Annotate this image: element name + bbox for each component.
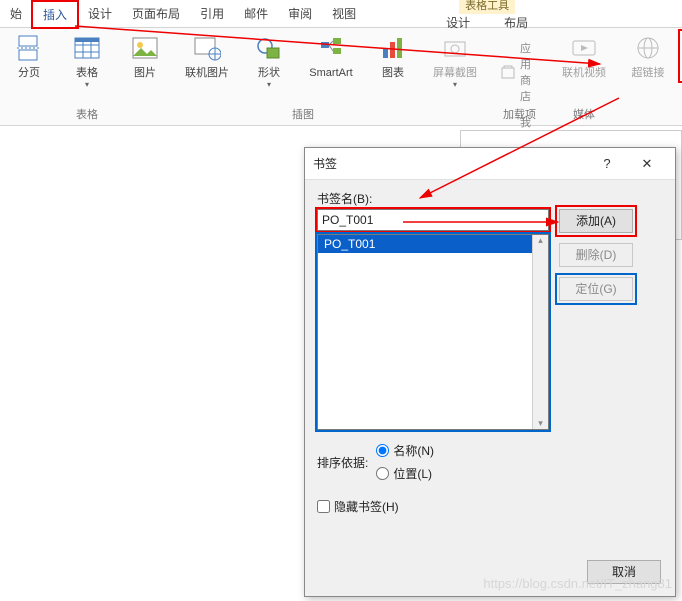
chart-icon — [377, 32, 409, 64]
smartart-icon — [315, 32, 347, 64]
bookmark-dialog: 书签 ? ✕ 书签名(B): PO_T001 ▴▾ 添加(A) 删除(D) 定位… — [304, 147, 676, 597]
list-item[interactable]: PO_T001 — [318, 235, 548, 253]
store-button[interactable]: 应用商店 — [496, 38, 543, 106]
online-picture-icon — [191, 32, 223, 64]
dialog-title: 书签 — [313, 155, 587, 172]
shapes-icon — [253, 32, 285, 64]
picture-button[interactable]: 图片 — [122, 32, 168, 80]
shapes-button[interactable]: 形状 ▾ — [246, 32, 292, 89]
dialog-help-button[interactable]: ? — [587, 150, 627, 178]
bookmark-name-label: 书签名(B): — [317, 190, 663, 207]
tool-tab-label: 表格工具 — [459, 0, 515, 14]
chart-label: 图表 — [382, 67, 404, 80]
sort-name-radio[interactable]: 名称(N) — [376, 442, 434, 459]
online-video-button[interactable]: 联机视频 — [555, 32, 613, 80]
online-video-label: 联机视频 — [562, 67, 606, 80]
sort-name-label: 名称(N) — [393, 442, 434, 459]
table-label: 表格 — [76, 67, 98, 80]
dropdown-icon: ▾ — [267, 80, 271, 89]
sort-label: 排序依据: — [317, 454, 368, 471]
group-media-label: 媒体 — [573, 106, 595, 122]
store-label: 应用商店 — [520, 40, 539, 104]
add-button[interactable]: 添加(A) — [559, 209, 633, 233]
group-addins-label: 加载项 — [503, 106, 536, 122]
group-illustrations-label: 插图 — [292, 106, 314, 122]
group-addins: 应用商店 我的应用 ▾ 加载项 — [490, 28, 549, 125]
online-picture-label: 联机图片 — [185, 67, 229, 80]
cancel-button[interactable]: 取消 — [587, 560, 661, 584]
dropdown-icon: ▾ — [85, 80, 89, 89]
tab-review[interactable]: 审阅 — [278, 0, 322, 27]
sort-position-label: 位置(L) — [393, 465, 432, 482]
group-media: 联机视频 媒体 — [549, 28, 619, 125]
tab-page-layout[interactable]: 页面布局 — [122, 0, 190, 27]
hidden-bookmarks-checkbox[interactable] — [317, 500, 330, 513]
group-table: 表格 ▾ 表格 — [58, 28, 116, 125]
online-picture-button[interactable]: 联机图片 — [178, 32, 236, 80]
tab-view[interactable]: 视图 — [322, 0, 366, 27]
smartart-button[interactable]: SmartArt — [302, 32, 360, 80]
dialog-close-button[interactable]: ✕ — [627, 150, 667, 178]
screenshot-icon — [439, 32, 471, 64]
contextual-tabs: 表格工具 设计 布局 — [436, 0, 538, 31]
tab-references[interactable]: 引用 — [190, 0, 234, 27]
tab-design[interactable]: 设计 — [78, 0, 122, 27]
scrollbar[interactable]: ▴▾ — [532, 235, 548, 429]
picture-label: 图片 — [134, 67, 156, 80]
store-icon — [500, 64, 516, 80]
chart-button[interactable]: 图表 — [370, 32, 416, 80]
tab-start[interactable]: 始 — [0, 0, 32, 27]
dropdown-icon: ▾ — [453, 80, 457, 89]
sort-position-radio[interactable]: 位置(L) — [376, 465, 434, 482]
shapes-label: 形状 — [258, 67, 280, 80]
group-table-label: 表格 — [76, 106, 98, 122]
screenshot-button[interactable]: 屏幕截图 ▾ — [426, 32, 484, 89]
tab-insert[interactable]: 插入 — [32, 1, 78, 28]
hidden-bookmarks-label: 隐藏书签(H) — [334, 498, 399, 515]
goto-button[interactable]: 定位(G) — [559, 277, 633, 301]
ribbon-content: 分页 表格 ▾ 表格 图片 联机图片 形状 — [0, 28, 682, 126]
ribbon-tabs: 始 插入 设计 页面布局 引用 邮件 审阅 视图 表格工具 设计 布局 — [0, 0, 682, 28]
tab-mail[interactable]: 邮件 — [234, 0, 278, 27]
delete-button[interactable]: 删除(D) — [559, 243, 633, 267]
video-icon — [568, 32, 600, 64]
picture-icon — [129, 32, 161, 64]
smartart-label: SmartArt — [309, 67, 352, 80]
hyperlink-button[interactable]: 超链接 — [625, 32, 671, 80]
group-illustrations: 图片 联机图片 形状 ▾ SmartArt 图表 屏幕截图 — [116, 28, 490, 125]
bookmark-name-input[interactable] — [317, 209, 549, 231]
page-break-icon — [13, 32, 45, 64]
page-break-button[interactable]: 分页 — [6, 32, 52, 80]
group-links: 超链接 书签 交叉引 链接 — [619, 28, 682, 125]
table-button[interactable]: 表格 ▾ — [64, 32, 110, 89]
table-icon — [71, 32, 103, 64]
bookmark-listbox[interactable]: PO_T001 ▴▾ — [317, 234, 549, 430]
radio-input[interactable] — [376, 467, 389, 480]
page-break-label: 分页 — [18, 67, 40, 80]
hyperlink-icon — [632, 32, 664, 64]
hyperlink-label: 超链接 — [632, 67, 665, 80]
group-pages: 分页 — [0, 28, 58, 125]
radio-input[interactable] — [376, 444, 389, 457]
dialog-titlebar: 书签 ? ✕ — [305, 148, 675, 180]
screenshot-label: 屏幕截图 — [433, 67, 477, 80]
